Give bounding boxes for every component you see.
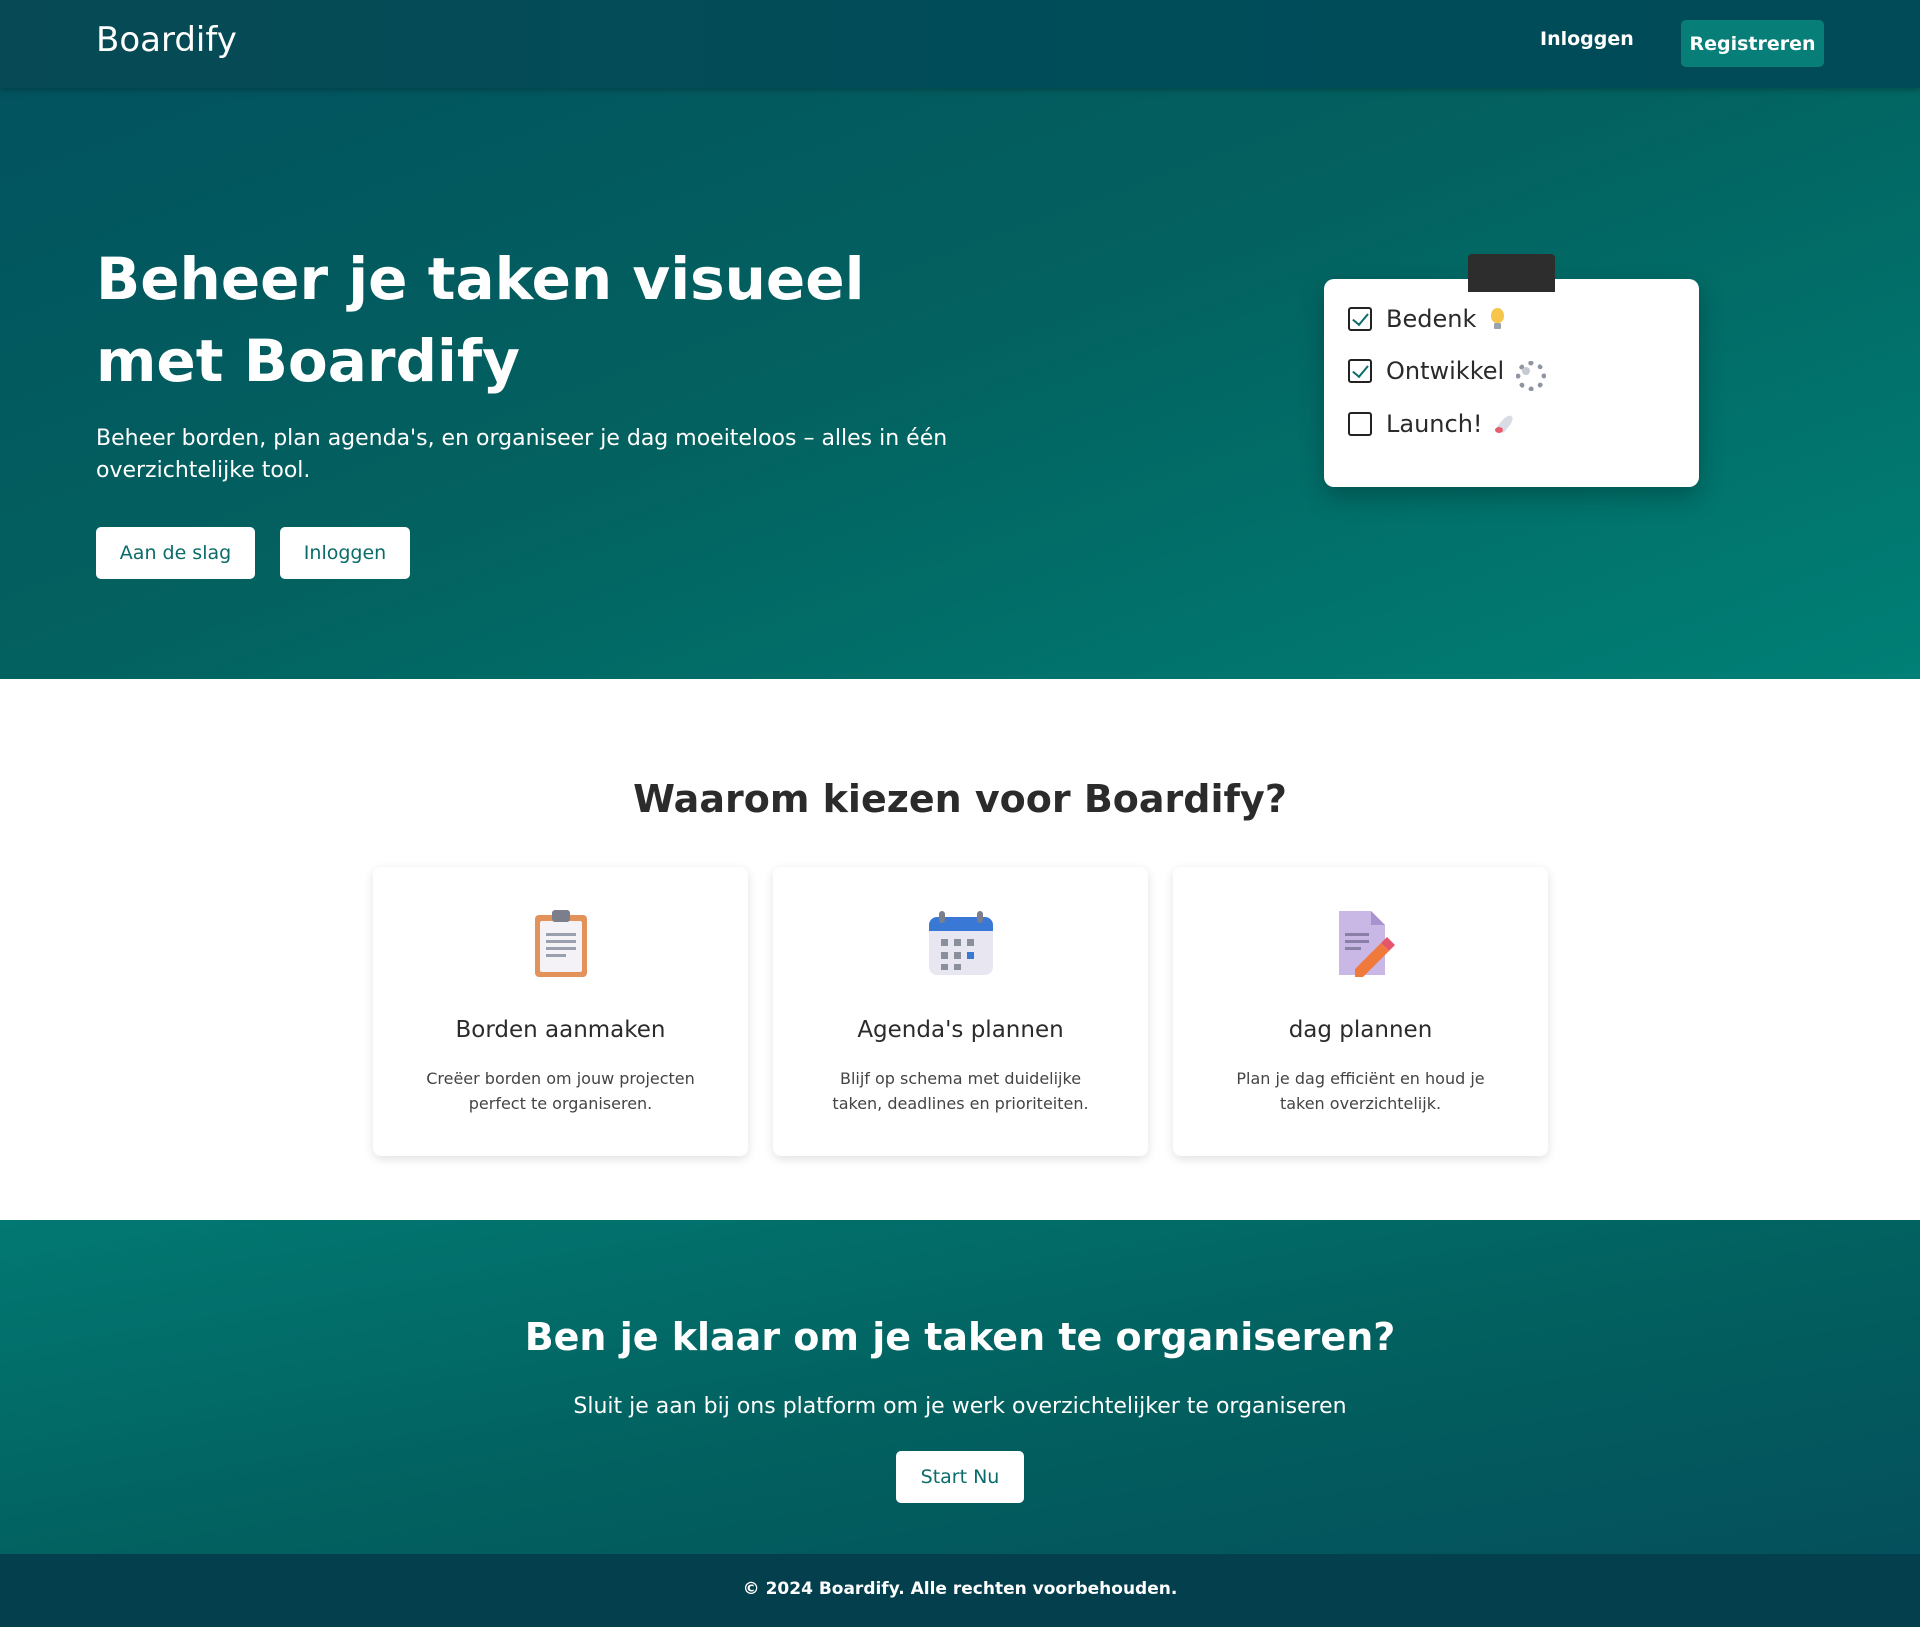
checklist-item-label: Ontwikkel [1386,357,1505,385]
clipboard-clip [1468,254,1555,292]
navbar: Boardify Inloggen Registreren [0,0,1920,88]
hero-section: Beheer je taken visueel met Boardify Beh… [0,88,1920,679]
hero-title: Beheer je taken visueel met Boardify [96,245,865,395]
feature-title: Agenda's plannen [857,1017,1064,1043]
gear-icon [1514,359,1547,391]
checklist-item: Launch! [1348,410,1517,438]
checklist-item-label: Launch! [1386,410,1483,438]
feature-card-day-planning: dag plannen Plan je dag efficiënt en hou… [1173,867,1548,1156]
cta-subtitle: Sluit je aan bij ons platform om je werk… [573,1394,1347,1419]
checklist-card: Bedenk Ontwikkel Launch! [1324,279,1699,487]
checkbox-checked-icon [1348,307,1372,331]
lightbulb-icon [1486,307,1510,331]
feature-card-boards: Borden aanmaken Creëer borden om jouw pr… [373,867,748,1156]
feature-description: Creëer borden om jouw projecten perfect … [426,1069,695,1113]
checkbox-checked-icon [1348,359,1372,383]
clipboard-icon [535,910,587,977]
features-title: Waarom kiezen voor Boardify? [633,777,1287,821]
checklist-item: Bedenk [1348,305,1510,333]
footer: © 2024 Boardify. Alle rechten voorbehoud… [0,1554,1920,1627]
document-pencil-icon [1339,911,1395,977]
feature-card-agenda: Agenda's plannen Blijf op schema met dui… [773,867,1148,1156]
start-now-button[interactable]: Start Nu [896,1451,1024,1503]
rocket-icon [1493,412,1517,436]
hero-login-button[interactable]: Inloggen [280,527,410,579]
footer-copyright: © 2024 Boardify. Alle rechten voorbehoud… [742,1579,1178,1599]
get-started-button[interactable]: Aan de slag [96,527,255,579]
calendar-icon [929,911,993,975]
feature-title: Borden aanmaken [455,1017,666,1043]
brand-logo[interactable]: Boardify [96,20,237,60]
nav-register-button[interactable]: Registreren [1681,20,1824,67]
feature-description: Plan je dag efficiënt en houd je taken o… [1236,1069,1485,1113]
cta-title: Ben je klaar om je taken te organiseren? [524,1315,1396,1359]
checklist-item: Ontwikkel [1348,357,1547,391]
feature-description: Blijf op schema met duidelijke taken, de… [832,1069,1089,1113]
checklist-item-label: Bedenk [1386,305,1477,333]
cta-section: Ben je klaar om je taken te organiseren?… [0,1220,1920,1554]
hero-subtitle: Beheer borden, plan agenda's, en organis… [96,426,948,483]
features-section: Waarom kiezen voor Boardify? Borden aanm… [0,679,1920,1220]
nav-login-link[interactable]: Inloggen [1540,28,1634,50]
checkbox-unchecked-icon [1348,412,1372,436]
feature-title: dag plannen [1288,1017,1433,1043]
